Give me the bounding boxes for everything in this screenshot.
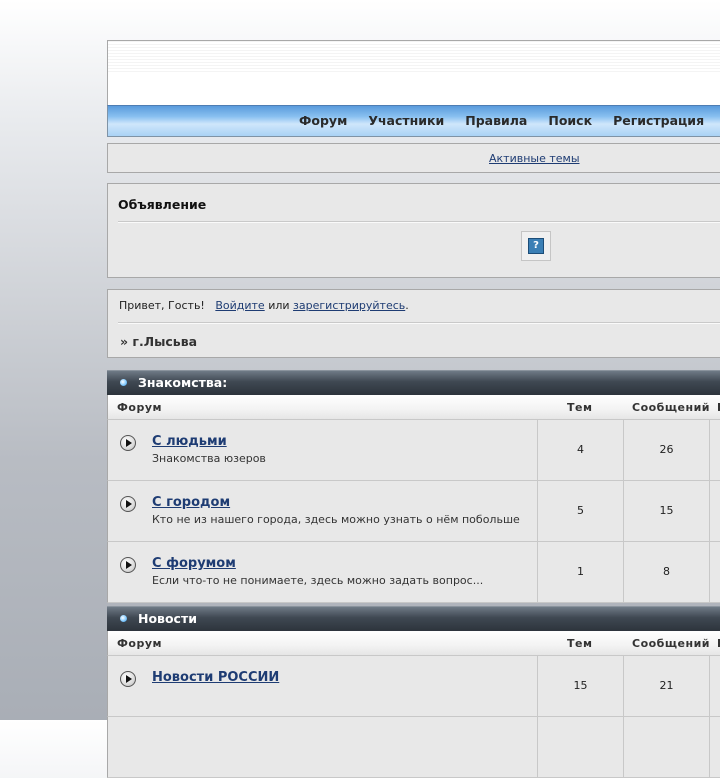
forum-description: Если что-то не понимаете, здесь можно за…	[152, 574, 484, 587]
posts-count: 8	[663, 565, 670, 578]
nav-item-forum[interactable]: Форум	[299, 113, 347, 128]
forum-cell: С городом Кто не из нашего города, здесь…	[108, 481, 538, 541]
category-block: Знакомства: Форум Тем Сообщений П С людь…	[107, 370, 720, 603]
bullet-icon	[120, 379, 127, 386]
topics-cell: 1	[538, 542, 624, 602]
category-block: Новости Форум Тем Сообщений П Новости РО…	[107, 606, 720, 778]
forum-description: Кто не из нашего города, здесь можно узн…	[152, 513, 520, 526]
or-text: или	[268, 299, 290, 312]
site-header-banner	[107, 40, 720, 105]
col-topics: Тем	[567, 401, 593, 414]
announcement-box: Объявление ?	[107, 183, 720, 278]
col-posts: Сообщений	[632, 637, 711, 650]
forum-cell: С людьми Знакомства юзеров	[108, 420, 538, 480]
forum-cell: С форумом Если что-то не понимаете, здес…	[108, 542, 538, 602]
posts-cell: 26	[624, 420, 710, 480]
col-forum: Форум	[117, 401, 163, 414]
register-link[interactable]: зарегистрируйтесь	[293, 299, 405, 312]
topics-cell: 15	[538, 656, 624, 716]
topics-cell: 5	[538, 481, 624, 541]
guest-greeting-line: Привет, Гость! Войдите или зарегистрируй…	[119, 299, 409, 312]
forum-description: Знакомства юзеров	[152, 452, 266, 465]
bullet-icon	[120, 615, 127, 622]
greeting-text: Привет, Гость!	[119, 299, 205, 312]
col-posts: Сообщений	[632, 401, 711, 414]
table-header: Форум Тем Сообщений П	[107, 395, 720, 420]
posts-count: 21	[659, 679, 674, 692]
topics-count: 4	[577, 443, 584, 456]
forum-cell	[108, 717, 538, 777]
help-glyph: ?	[528, 238, 544, 254]
topics-count: 1	[577, 565, 584, 578]
main-navbar: Форум Участники Правила Поиск Регистраци…	[107, 105, 720, 137]
nav-item-register[interactable]: Регистрация	[613, 113, 704, 128]
col-forum: Форум	[117, 637, 163, 650]
divider	[118, 221, 720, 223]
divider	[118, 322, 720, 324]
announcement-title: Объявление	[118, 197, 207, 212]
forum-row	[107, 717, 720, 778]
posts-count: 15	[659, 504, 674, 517]
forum-row: С городом Кто не из нашего города, здесь…	[107, 481, 720, 542]
posts-cell	[624, 717, 710, 777]
posts-cell: 8	[624, 542, 710, 602]
category-title: Знакомства:	[138, 375, 228, 390]
active-topics-bar: Активные темы	[107, 143, 720, 173]
active-topics-link[interactable]: Активные темы	[489, 152, 580, 165]
forum-arrow-icon	[120, 557, 136, 573]
nav-item-search[interactable]: Поиск	[548, 113, 592, 128]
topics-count: 5	[577, 504, 584, 517]
forum-link[interactable]: С форумом	[152, 556, 236, 571]
col-topics: Тем	[567, 637, 593, 650]
forum-link[interactable]: С городом	[152, 495, 230, 510]
topics-cell: 4	[538, 420, 624, 480]
nav-item-rules[interactable]: Правила	[465, 113, 527, 128]
topics-cell	[538, 717, 624, 777]
forum-arrow-icon	[120, 435, 136, 451]
help-question-icon[interactable]: ?	[521, 231, 551, 261]
category-header[interactable]: Знакомства:	[107, 370, 720, 395]
forum-row: С форумом Если что-то не понимаете, здес…	[107, 542, 720, 603]
guest-welcome-box: Привет, Гость! Войдите или зарегистрируй…	[107, 289, 720, 358]
forum-link[interactable]: Новости РОССИИ	[152, 670, 279, 685]
table-header: Форум Тем Сообщений П	[107, 631, 720, 656]
nav-item-members[interactable]: Участники	[368, 113, 444, 128]
posts-cell: 21	[624, 656, 710, 716]
forum-cell: Новости РОССИИ	[108, 656, 538, 716]
forum-arrow-icon	[120, 496, 136, 512]
posts-count: 26	[659, 443, 674, 456]
category-header[interactable]: Новости	[107, 606, 720, 631]
forum-row: С людьми Знакомства юзеров 4 26	[107, 420, 720, 481]
posts-cell: 15	[624, 481, 710, 541]
header-lower-strip	[108, 73, 720, 105]
forum-row: Новости РОССИИ 15 21	[107, 656, 720, 717]
topics-count: 15	[573, 679, 588, 692]
login-link[interactable]: Войдите	[215, 299, 264, 312]
forum-link[interactable]: С людьми	[152, 434, 227, 449]
period-text: .	[405, 299, 409, 312]
forum-page: Форум Участники Правила Поиск Регистраци…	[107, 40, 720, 778]
forum-arrow-icon	[120, 671, 136, 687]
category-title: Новости	[138, 611, 197, 626]
breadcrumb[interactable]: » г.Лысьва	[120, 334, 197, 349]
nav-menu: Форум Участники Правила Поиск Регистраци…	[299, 113, 720, 128]
